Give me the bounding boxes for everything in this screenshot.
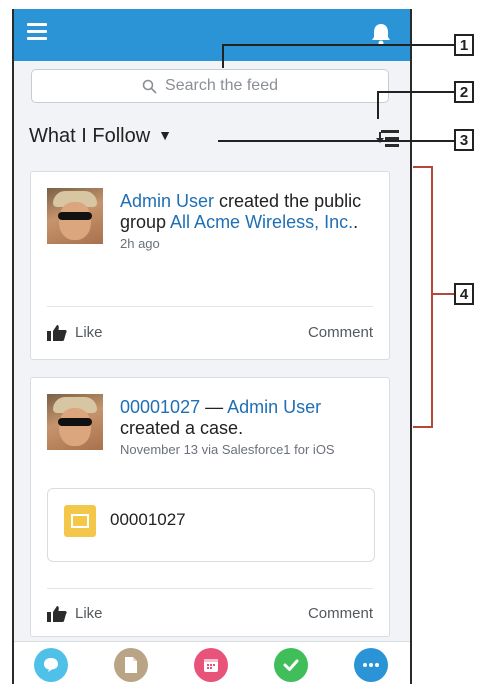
post-timestamp: November 13 via Salesforce1 for iOS	[120, 442, 335, 457]
search-placeholder: Search the feed	[165, 77, 278, 94]
calendar-icon[interactable]	[194, 648, 228, 682]
like-label: Like	[75, 324, 103, 341]
like-button[interactable]: Like	[47, 324, 103, 341]
post-body: Admin User created the public group All …	[120, 191, 380, 252]
case-icon	[64, 505, 96, 537]
feed-item: Admin User created the public group All …	[30, 171, 390, 360]
sort-icon[interactable]	[375, 127, 399, 149]
callout-leader-1	[222, 44, 454, 46]
menu-icon[interactable]	[27, 23, 47, 41]
comment-button[interactable]: Comment	[308, 324, 373, 341]
post-actions: Like Comment	[47, 324, 373, 348]
post-timestamp: 2h ago	[120, 236, 160, 251]
feed-filter-row: What I Follow ▼	[29, 122, 399, 152]
caret-down-icon: ▼	[158, 127, 173, 143]
mobile-app-frame: Search the feed What I Follow ▼ Admin Use…	[12, 9, 412, 684]
post-body: 00001027 — Admin User created a case. No…	[120, 397, 380, 458]
header-bar	[14, 9, 410, 61]
avatar[interactable]	[47, 394, 103, 450]
callout-number-1: 1	[454, 34, 474, 56]
like-label: Like	[75, 605, 103, 622]
group-link[interactable]: All Acme Wireless, Inc.	[170, 212, 353, 232]
callout-number-2: 2	[454, 81, 474, 103]
thumbs-up-icon	[47, 605, 67, 622]
comment-button[interactable]: Comment	[308, 605, 373, 622]
feed-item: 00001027 — Admin User created a case. No…	[30, 377, 390, 637]
thumbs-up-icon	[47, 324, 67, 341]
case-record-link[interactable]: 00001027	[120, 397, 200, 417]
chat-bubble-icon[interactable]	[34, 648, 68, 682]
callout-leader-2	[377, 91, 454, 93]
callout-bracket-4	[413, 166, 433, 428]
callout-number-4: 4	[454, 283, 474, 305]
post-action: created a case.	[120, 418, 244, 438]
actor-link[interactable]: Admin User	[227, 397, 321, 417]
attachment-label: 00001027	[110, 510, 186, 529]
callout-number-3: 3	[454, 129, 474, 151]
bottom-tab-bar	[14, 641, 410, 684]
post-suffix: .	[353, 212, 359, 232]
actor-link[interactable]: Admin User	[120, 191, 214, 211]
file-icon[interactable]	[114, 648, 148, 682]
callout-leader-3	[218, 140, 454, 142]
feed-filter-dropdown[interactable]: What I Follow ▼	[29, 125, 172, 148]
like-button[interactable]: Like	[47, 605, 103, 622]
divider	[47, 306, 373, 307]
callout-leader-2	[377, 91, 379, 119]
bell-icon[interactable]	[370, 22, 392, 46]
case-attachment-card[interactable]: 00001027	[47, 488, 375, 562]
post-separator: —	[200, 397, 228, 417]
more-icon[interactable]	[354, 648, 388, 682]
search-input[interactable]: Search the feed	[31, 69, 389, 103]
avatar[interactable]	[47, 188, 103, 244]
post-actions: Like Comment	[47, 605, 373, 629]
callout-leader-4	[433, 293, 454, 295]
check-icon[interactable]	[274, 648, 308, 682]
divider	[47, 588, 373, 589]
callout-leader-1	[222, 44, 224, 68]
feed-filter-label: What I Follow	[29, 125, 151, 147]
search-icon	[142, 79, 157, 94]
